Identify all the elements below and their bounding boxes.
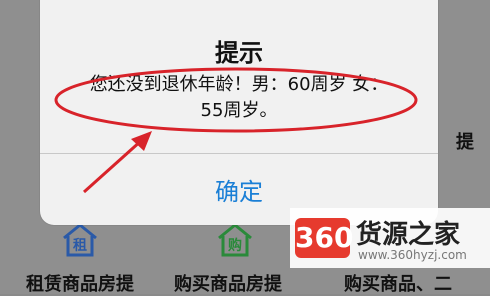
rent-icon-label: 租 bbox=[73, 238, 87, 254]
watermark-name: 货源之家 bbox=[356, 220, 461, 250]
purchase-icon-label: 购 bbox=[228, 238, 242, 254]
watermark-url: www.360hyzj.com bbox=[358, 248, 467, 262]
watermark: 360 货源之家 www.360hyzj.com bbox=[290, 208, 490, 268]
bottom-left-label: 租赁商品房提 bbox=[26, 274, 134, 295]
alert-message: 您还没到退休年龄！男：60周岁 女： 55周岁。 bbox=[89, 74, 389, 121]
background-side-text: 提 bbox=[456, 132, 474, 153]
bottom-right-label: 购买商品、二 bbox=[344, 274, 452, 295]
bottom-mid-label: 购买商品房提 bbox=[174, 274, 282, 295]
watermark-logo: 360 bbox=[295, 218, 353, 258]
alert-title: 提示 bbox=[215, 39, 263, 67]
alert-dialog: 提示 您还没到退休年龄！男：60周岁 女： 55周岁。 确定 bbox=[40, 0, 438, 225]
